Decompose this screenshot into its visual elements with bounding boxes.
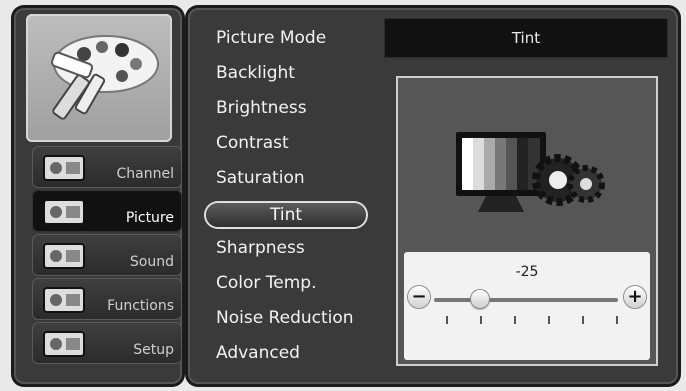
toolbox-icon xyxy=(40,284,90,316)
settings-panel: Picture Mode Backlight Brightness Contrast S… xyxy=(188,8,678,384)
increase-button[interactable]: + xyxy=(624,286,646,308)
category-hero xyxy=(26,14,172,142)
menu-item-noise-reduction[interactable]: Noise Reduction xyxy=(216,308,354,328)
category-channel[interactable]: Channel xyxy=(32,146,182,188)
slider-tick xyxy=(548,316,550,324)
detail-pane: Tint -25 − + xyxy=(384,18,668,374)
tv-icon xyxy=(40,152,90,184)
speaker-icon xyxy=(40,240,90,272)
slider-tick xyxy=(582,316,584,324)
menu-item-saturation[interactable]: Saturation xyxy=(216,168,305,188)
slider-thumb[interactable] xyxy=(471,290,489,308)
palette-icon xyxy=(50,35,159,120)
decrease-button[interactable]: − xyxy=(408,286,430,308)
slider-value: -25 xyxy=(515,264,539,280)
category-label: Functions xyxy=(107,298,174,314)
slider-tick xyxy=(616,316,618,324)
slider-tick xyxy=(446,316,448,324)
slider-tick xyxy=(514,316,516,324)
tint-illustration xyxy=(446,122,606,222)
category-label: Channel xyxy=(116,166,174,182)
menu-item-color-temp[interactable]: Color Temp. xyxy=(216,273,317,293)
category-panel: Channel Picture Sound Functions Setup xyxy=(14,8,182,384)
slider-tick xyxy=(480,316,482,324)
menu-item-tint[interactable]: Tint xyxy=(206,203,366,227)
detail-box: -25 − + xyxy=(396,76,658,366)
category-sound[interactable]: Sound xyxy=(32,234,182,276)
category-label: Setup xyxy=(133,342,174,358)
menu-item-picture-mode[interactable]: Picture Mode xyxy=(216,28,326,48)
category-setup[interactable]: Setup xyxy=(32,322,182,364)
category-label: Sound xyxy=(129,254,174,270)
category-functions[interactable]: Functions xyxy=(32,278,182,320)
tint-slider[interactable]: -25 − + xyxy=(404,252,650,360)
category-picture[interactable]: Picture xyxy=(32,190,182,232)
slider-track[interactable] xyxy=(434,298,618,302)
menu-item-contrast[interactable]: Contrast xyxy=(216,133,289,153)
category-label: Picture xyxy=(125,210,174,226)
menu-item-advanced[interactable]: Advanced xyxy=(216,343,300,363)
gears-icon xyxy=(40,328,90,360)
menu-item-brightness[interactable]: Brightness xyxy=(216,98,307,118)
menu-item-sharpness[interactable]: Sharpness xyxy=(216,238,305,258)
menu-item-backlight[interactable]: Backlight xyxy=(216,63,295,83)
detail-title: Tint xyxy=(384,18,668,58)
monitor-gear-icon xyxy=(456,132,605,212)
palette-icon xyxy=(40,196,90,228)
